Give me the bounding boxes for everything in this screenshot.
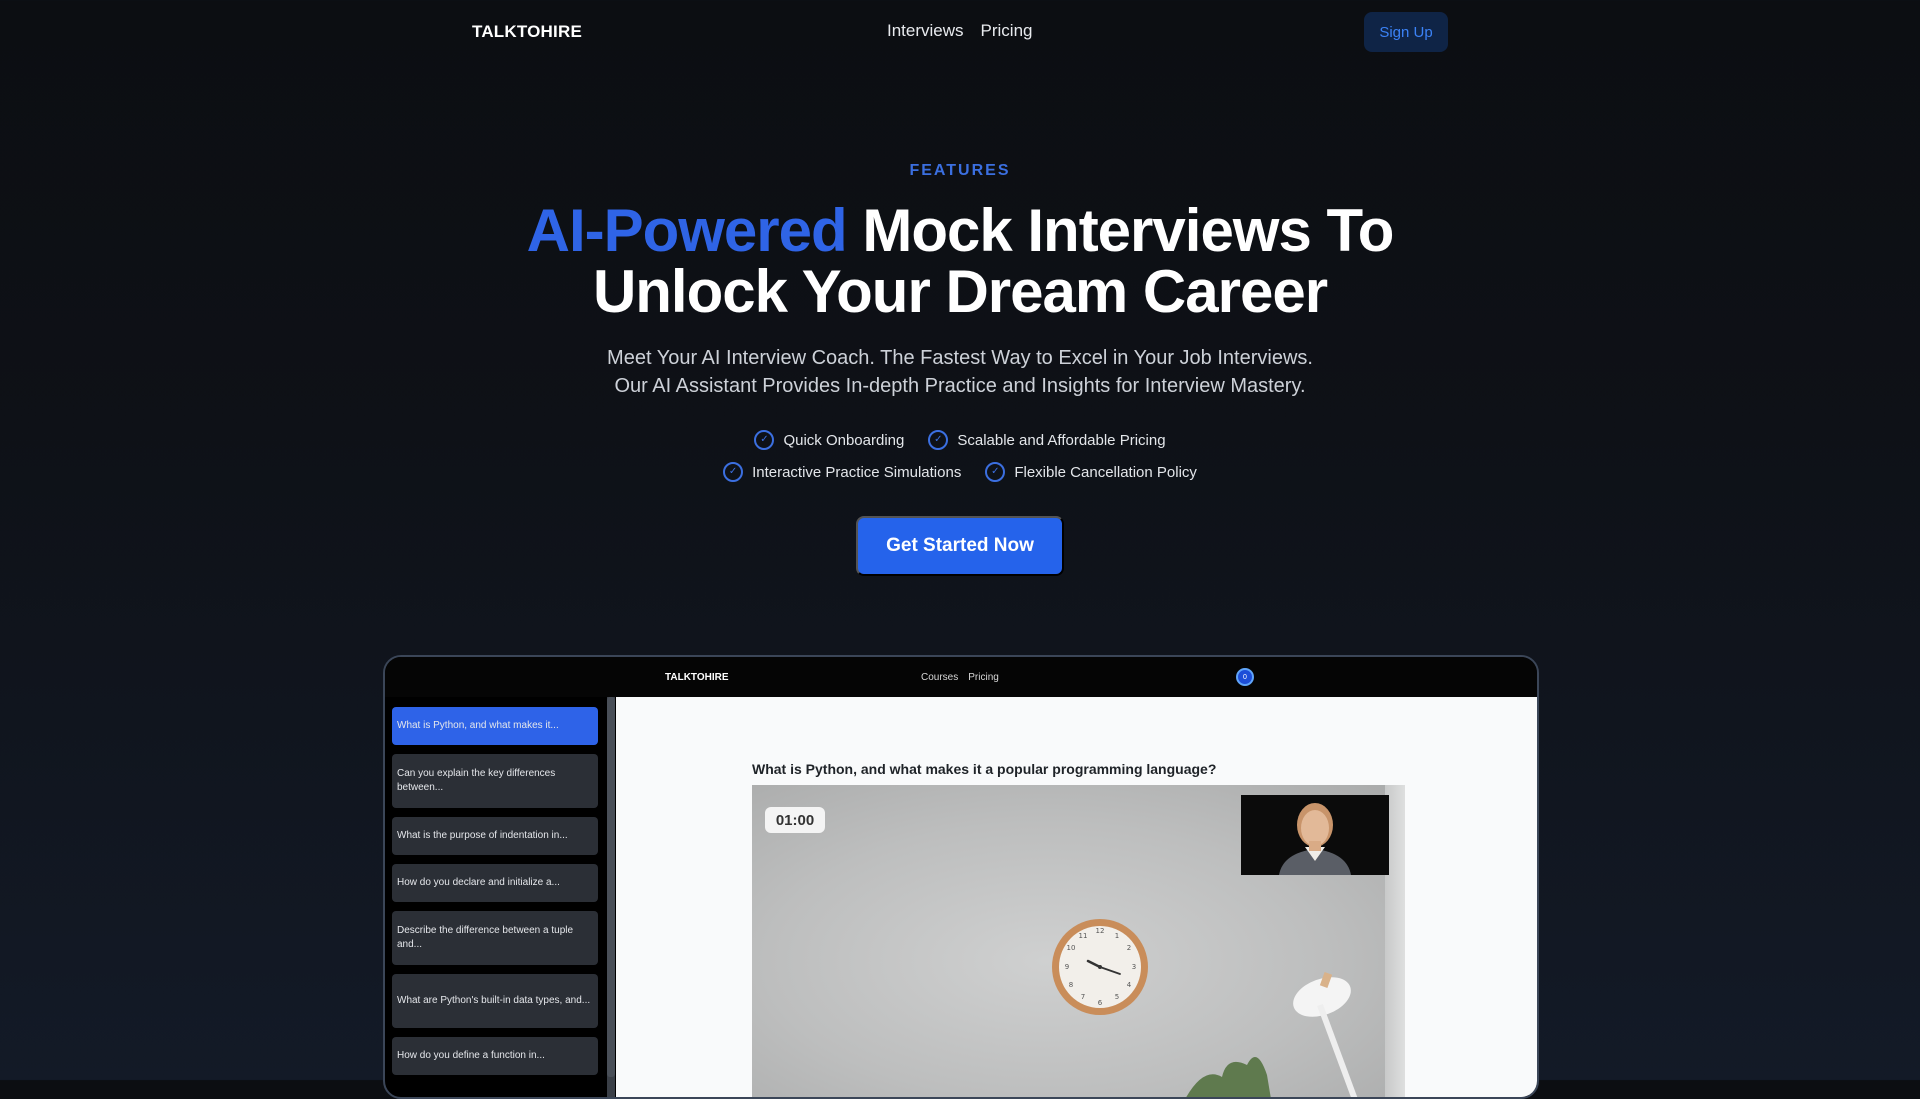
wall-clock-image: 12 12 3 45 6 78 9 1011 xyxy=(1052,919,1148,1015)
scrollbar-thumb[interactable] xyxy=(607,697,615,1077)
hero-title-line2: Unlock Your Dream Career xyxy=(592,258,1328,325)
check-circle-icon: ✓ xyxy=(723,462,744,482)
svg-text:5: 5 xyxy=(1115,993,1119,1001)
question-item-active[interactable]: What is Python, and what makes it... xyxy=(392,707,598,745)
question-item[interactable]: What are Python's built-in data types, a… xyxy=(392,974,598,1028)
svg-text:7: 7 xyxy=(1081,993,1085,1001)
get-started-button[interactable]: Get Started Now xyxy=(856,516,1064,576)
preview-logo[interactable]: TALKTOHIRE xyxy=(665,672,729,683)
preview-nav-links: Courses Pricing xyxy=(921,672,999,683)
feature-item: ✓ Scalable and Affordable Pricing xyxy=(928,430,1166,450)
hero-title: AI-Powered Mock Interviews To Unlock You… xyxy=(0,200,1920,322)
feature-list: ✓ Quick Onboarding ✓ Scalable and Affordab… xyxy=(0,430,1920,494)
avatar[interactable]: 0 xyxy=(1236,668,1254,686)
feature-item: ✓ Interactive Practice Simulations xyxy=(723,462,961,482)
svg-text:1: 1 xyxy=(1115,932,1119,940)
check-circle-icon: ✓ xyxy=(754,430,775,450)
question-item[interactable]: What is the purpose of indentation in... xyxy=(392,817,598,855)
interviewer-avatar-image xyxy=(1241,795,1389,875)
site-logo[interactable]: TALKTOHIRE xyxy=(472,22,582,42)
svg-text:11: 11 xyxy=(1079,932,1088,940)
hero-title-line1: Mock Interviews To xyxy=(846,197,1394,264)
preview-link-pricing[interactable]: Pricing xyxy=(968,672,999,683)
app-preview: TALKTOHIRE Courses Pricing 0 What is Pyt… xyxy=(383,655,1539,1099)
svg-text:4: 4 xyxy=(1127,981,1132,989)
current-question: What is Python, and what makes it a popu… xyxy=(752,761,1217,777)
signup-button[interactable]: Sign Up xyxy=(1364,12,1448,52)
svg-text:10: 10 xyxy=(1067,944,1076,952)
feature-item: ✓ Flexible Cancellation Policy xyxy=(985,462,1197,482)
preview-nav: TALKTOHIRE Courses Pricing 0 xyxy=(385,657,1537,697)
interview-panel: What is Python, and what makes it a popu… xyxy=(616,697,1537,1097)
check-circle-icon: ✓ xyxy=(928,430,949,450)
feature-label: Scalable and Affordable Pricing xyxy=(957,431,1166,449)
hero-subtitle: Meet Your AI Interview Coach. The Fastes… xyxy=(0,344,1920,400)
question-item[interactable]: Can you explain the key differences betw… xyxy=(392,754,598,808)
question-item[interactable]: How do you declare and initialize a... xyxy=(392,864,598,902)
hero-title-accent: AI-Powered xyxy=(526,197,848,264)
feature-label: Interactive Practice Simulations xyxy=(752,463,962,481)
feature-label: Flexible Cancellation Policy xyxy=(1014,463,1197,481)
svg-text:8: 8 xyxy=(1069,981,1073,989)
question-item[interactable]: Describe the difference between a tuple … xyxy=(392,911,598,965)
desk-lamp-image xyxy=(1186,972,1358,1097)
svg-text:6: 6 xyxy=(1098,999,1103,1007)
interview-video: 01:00 12 1 2 3 45 6 78 9 10 11 xyxy=(752,785,1405,1097)
feature-label: Quick Onboarding xyxy=(783,431,905,449)
question-item[interactable]: How do you define a function in... xyxy=(392,1037,598,1075)
nav-links: Interviews Pricing xyxy=(887,21,1033,41)
svg-text:3: 3 xyxy=(1132,963,1136,971)
svg-text:2: 2 xyxy=(1127,944,1131,952)
timer-badge: 01:00 xyxy=(765,807,825,833)
svg-text:12: 12 xyxy=(1096,927,1105,935)
svg-text:9: 9 xyxy=(1065,963,1069,971)
nav-link-pricing[interactable]: Pricing xyxy=(981,21,1033,41)
nav-link-interviews[interactable]: Interviews xyxy=(887,21,964,41)
hero-subtitle-line1: Meet Your AI Interview Coach. The Fastes… xyxy=(607,347,1313,369)
top-nav: TALKTOHIRE Interviews Pricing Sign Up xyxy=(0,0,1920,64)
question-list: What is Python, and what makes it... Can… xyxy=(392,707,598,1084)
check-circle-icon: ✓ xyxy=(985,462,1006,482)
hero-subtitle-line2: Our AI Assistant Provides In-depth Pract… xyxy=(614,375,1306,397)
interviewer-video xyxy=(1241,795,1389,875)
features-eyebrow: FEATURES xyxy=(909,162,1011,179)
feature-item: ✓ Quick Onboarding xyxy=(754,430,904,450)
preview-link-courses[interactable]: Courses xyxy=(921,672,958,683)
